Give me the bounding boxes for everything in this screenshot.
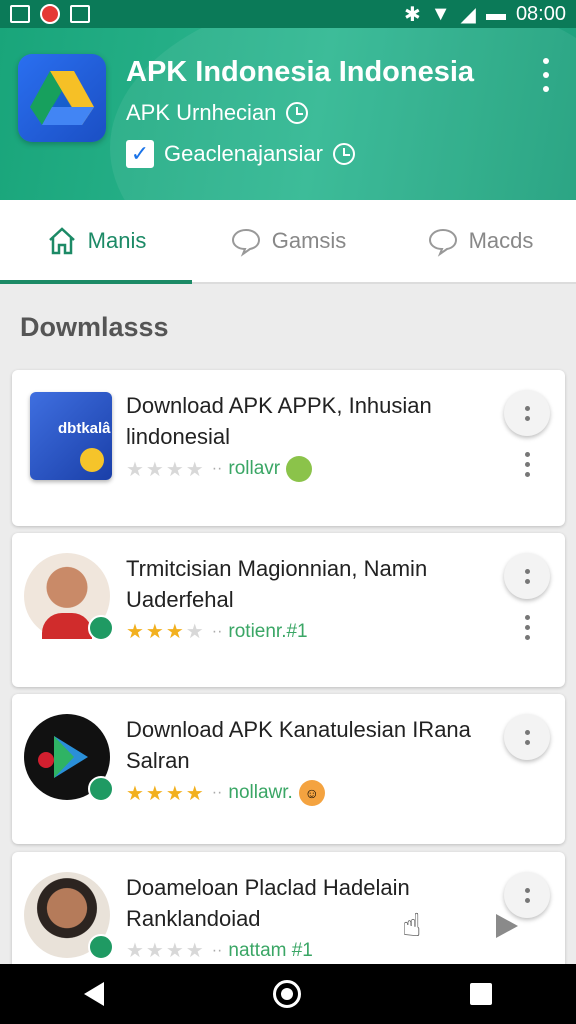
item-menu-button[interactable]	[504, 714, 550, 760]
system-nav-bar	[0, 964, 576, 1024]
item-menu-button[interactable]	[504, 872, 550, 918]
rating-stars: ★★★★	[126, 940, 206, 962]
list-item[interactable]: Doameloan Placlad Hadelain Ranklandoiad …	[12, 852, 565, 972]
tab-manis[interactable]: Manis	[0, 200, 192, 284]
checkbox-label: Geaclenajansiar	[164, 141, 323, 166]
chat-bubble-icon	[231, 228, 260, 257]
overflow-menu-button[interactable]	[532, 58, 560, 92]
tab-gamsis[interactable]: Gamsis	[192, 200, 384, 282]
item-title: Trmitcisian Magionnian, Namin Uaderfehal	[126, 556, 428, 612]
item-meta: ★★★★ ·· nattam #1	[126, 939, 313, 963]
page-title: APK Indonesia Indonesia	[126, 56, 475, 88]
item-title: Download APK Kanatulesian IRana Salran	[126, 717, 471, 773]
avatar	[24, 872, 120, 962]
item-menu-button[interactable]	[504, 553, 550, 599]
header-checkbox-row[interactable]: ✓ Geaclenajansiar	[126, 140, 355, 168]
section-title: Dowmlasss	[20, 312, 169, 342]
rating-stars: ★★★★	[126, 621, 206, 643]
app-logo-icon	[18, 54, 106, 142]
kebab-menu-icon[interactable]	[525, 615, 530, 640]
edit-icon	[70, 5, 90, 23]
app-header: APK Indonesia Indonesia APK Urnhecian ✓ …	[0, 28, 576, 200]
notification-icon	[40, 4, 60, 24]
list-item[interactable]: Download APK Kanatulesian IRana Salran ★…	[12, 694, 565, 844]
app-thumbnail	[24, 714, 120, 804]
back-button[interactable]	[84, 982, 105, 1006]
list-item[interactable]: dbtkalâ Download APK APPK, Inhusian lind…	[12, 370, 565, 526]
clock-icon	[332, 143, 355, 165]
status-bar: ✱ ▼ ◢ ▬ 08:00	[0, 0, 576, 28]
chat-bubble-icon	[428, 228, 457, 257]
send-icon[interactable]	[496, 914, 518, 938]
list-item[interactable]: Trmitcisian Magionnian, Namin Uaderfehal…	[12, 533, 565, 687]
kebab-menu-icon[interactable]	[525, 452, 530, 477]
clock-icon	[286, 102, 309, 124]
gallery-icon	[10, 5, 30, 23]
wifi-icon: ▼	[430, 2, 451, 25]
bluetooth-icon: ✱	[403, 3, 421, 26]
avatar	[24, 553, 120, 643]
status-badge	[286, 456, 313, 482]
tab-bar: Manis Gamsis Macds	[0, 200, 576, 284]
header-subtitle: APK Urnhecian	[126, 100, 309, 126]
item-menu-button[interactable]	[504, 390, 550, 436]
tab-macds[interactable]: Macds	[384, 200, 576, 282]
emoji-icon: ☺	[298, 780, 325, 806]
battery-icon: ▬	[485, 2, 506, 25]
rating-stars: ★★★★	[126, 458, 206, 481]
rating-stars: ★★★★	[126, 782, 206, 805]
item-meta: ★★★★ ·· nollawr. ☺	[126, 780, 325, 806]
item-meta: ★★★★ ·· rotienr.#1	[126, 620, 308, 644]
hand-pointer-icon[interactable]: ☝	[402, 906, 421, 944]
clock-time: 08:00	[515, 2, 566, 25]
item-meta: ★★★★ ·· rollavr	[126, 456, 313, 482]
app-thumbnail: dbtkalâ	[24, 390, 120, 480]
checkbox[interactable]: ✓	[126, 140, 154, 168]
recents-button[interactable]	[469, 983, 492, 1005]
item-title: Download APK APPK, Inhusian lindonesial	[126, 393, 432, 449]
signal-icon: ◢	[460, 3, 476, 26]
home-icon	[48, 227, 75, 255]
home-button[interactable]	[272, 980, 301, 1008]
item-title: Doameloan Placlad Hadelain Ranklandoiad	[126, 875, 410, 931]
